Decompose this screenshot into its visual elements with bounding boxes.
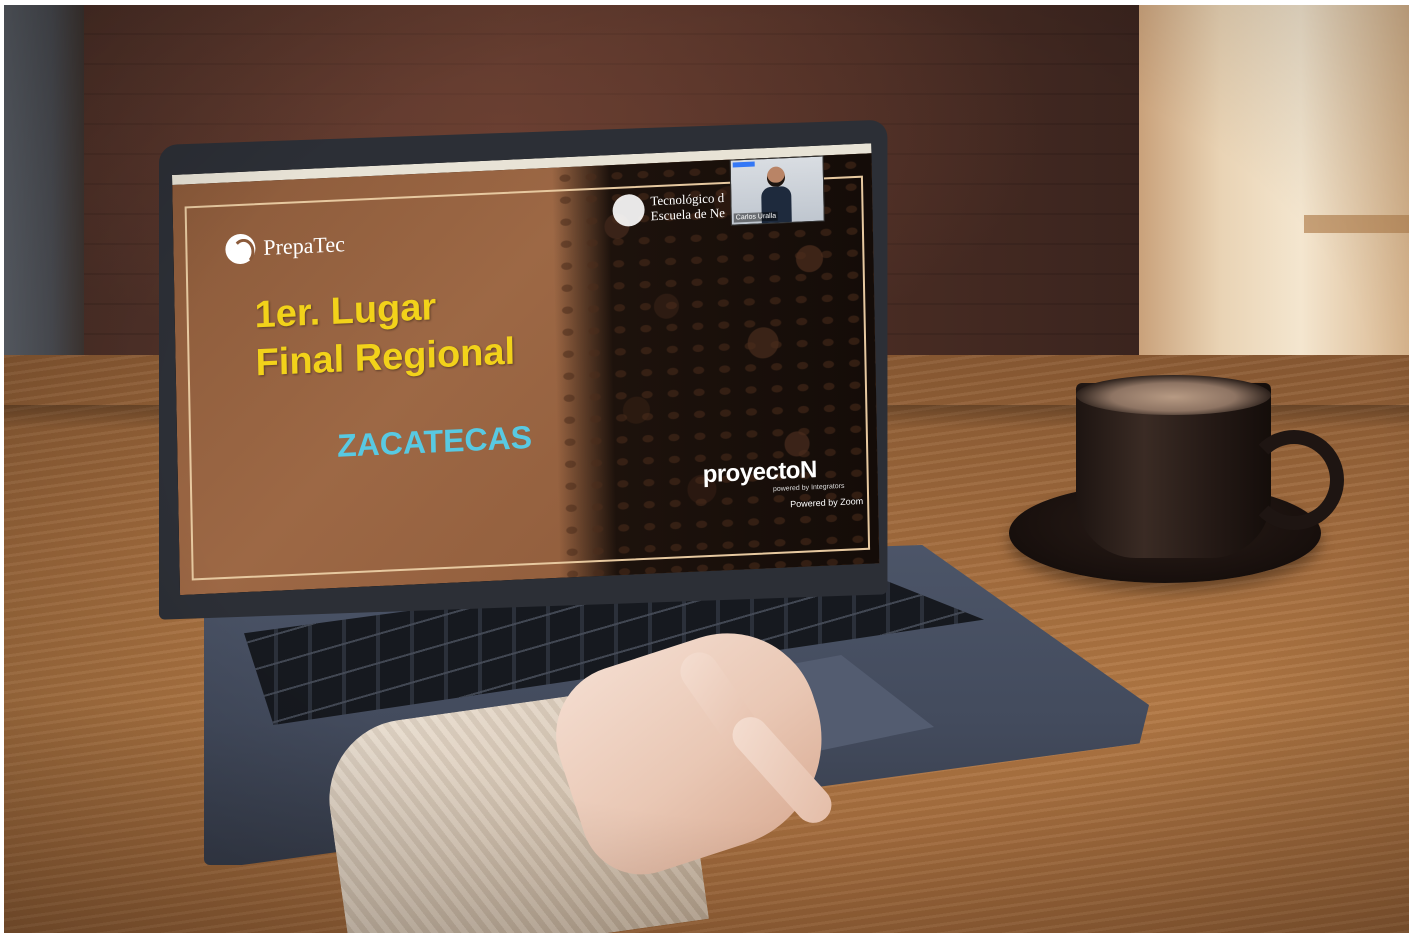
prepatec-logo: PrepaTec <box>225 229 346 265</box>
coffee-cup-rim <box>1076 375 1271 415</box>
video-badge <box>732 161 755 168</box>
slide-headline: 1er. Lugar Final Regional <box>254 280 515 388</box>
photo-scene: PrepaTec 1er. Lugar Final Regional ZACAT… <box>4 5 1409 933</box>
coffee-cup-handle <box>1244 430 1344 530</box>
participant-video-tile[interactable]: Carlos Uralla <box>729 155 825 226</box>
institution-name: Tecnológico d Escuela de Ne <box>650 190 726 223</box>
prepatec-logo-icon <box>225 233 256 265</box>
prepatec-brand-text: PrepaTec <box>263 231 346 260</box>
window-frame <box>1304 215 1409 233</box>
laptop-screen: PrepaTec 1er. Lugar Final Regional ZACAT… <box>172 143 880 596</box>
